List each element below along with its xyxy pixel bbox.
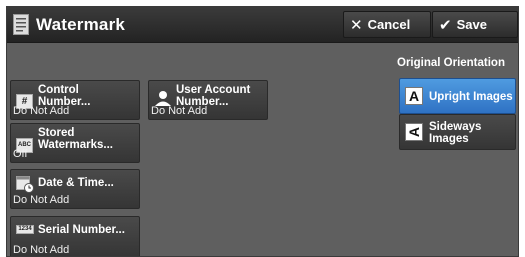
document-icon (13, 14, 29, 35)
user-icon (155, 91, 171, 106)
cancel-label: Cancel (367, 17, 411, 32)
control-number-value: Do Not Add (13, 105, 70, 117)
date-time-button[interactable]: Date & Time... Do Not Add (10, 169, 140, 209)
control-number-label-1: Control (38, 84, 79, 96)
user-account-number-button[interactable]: User Account Number... Do Not Add (148, 80, 268, 120)
control-number-button[interactable]: # Control Number... Do Not Add (10, 80, 140, 120)
calendar-clock-icon (16, 176, 34, 193)
user-account-value: Do Not Add (151, 105, 208, 117)
stored-watermarks-button[interactable]: ABC Stored Watermarks... Off (10, 123, 140, 163)
serial-number-icon: 1234 (16, 225, 34, 234)
cancel-button[interactable]: ✕ Cancel (343, 11, 431, 38)
header-bar: Watermark ✕ Cancel ✔ Save (7, 7, 518, 43)
upright-a-icon: A (405, 87, 423, 105)
close-icon: ✕ (350, 16, 363, 34)
watermark-screen: Watermark ✕ Cancel ✔ Save # Control Numb… (6, 6, 519, 257)
serial-number-value: Do Not Add (13, 244, 70, 256)
stored-watermarks-label-1: Stored (38, 127, 75, 139)
original-orientation-heading: Original Orientation (397, 57, 505, 69)
sideways-label-1: Sideways (429, 121, 482, 133)
save-label: Save (456, 17, 487, 32)
page-title: Watermark (36, 15, 126, 34)
sideways-images-button[interactable]: A Sideways Images (399, 114, 516, 150)
upright-images-button[interactable]: A Upright Images (399, 78, 516, 114)
checkmark-icon: ✔ (439, 16, 452, 34)
user-account-label-1: User Account (176, 84, 251, 96)
sideways-a-icon: A (405, 123, 423, 141)
date-time-label: Date & Time... (38, 177, 114, 189)
serial-number-button[interactable]: 1234 Serial Number... Do Not Add (10, 216, 140, 256)
stored-watermarks-label-2: Watermarks... (38, 139, 113, 151)
save-button[interactable]: ✔ Save (432, 11, 518, 38)
serial-number-label: Serial Number... (38, 224, 125, 236)
date-time-value: Do Not Add (13, 194, 70, 206)
stored-watermarks-value: Off (13, 148, 28, 160)
upright-images-label: Upright Images (429, 91, 513, 103)
sideways-label-2: Images (429, 133, 469, 145)
